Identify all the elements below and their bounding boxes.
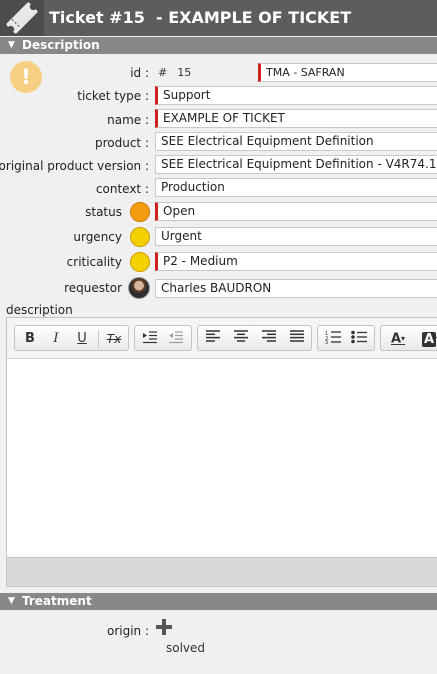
- justify-icon[interactable]: [286, 330, 308, 348]
- align-right-icon[interactable]: [258, 330, 280, 348]
- plus-icon[interactable]: [155, 618, 173, 636]
- id-label: id :: [130, 66, 149, 80]
- collapse-triangle-icon[interactable]: ▼: [8, 596, 15, 606]
- svg-text:3: 3: [325, 340, 328, 344]
- warning-icon: !: [10, 61, 42, 93]
- indent-icon[interactable]: [139, 330, 161, 348]
- status-field[interactable]: Open: [155, 202, 437, 221]
- avatar: [128, 277, 150, 299]
- context-field[interactable]: Production: [155, 178, 437, 197]
- bold-icon[interactable]: B: [19, 330, 41, 348]
- window-title: Ticket #15 - EXAMPLE OF TICKET: [49, 8, 352, 27]
- italic-icon[interactable]: I: [45, 330, 67, 348]
- requestor-label: requestor: [64, 281, 122, 295]
- section-title: Treatment: [22, 594, 92, 608]
- organization-field[interactable]: TMA - SAFRAN: [258, 63, 437, 82]
- text-color-icon[interactable]: A▾: [385, 330, 411, 348]
- criticality-indicator: [130, 252, 150, 272]
- urgency-label: urgency: [73, 230, 122, 244]
- bulleted-list-icon[interactable]: [348, 330, 370, 348]
- context-label: context :: [95, 182, 149, 196]
- align-center-icon[interactable]: [230, 330, 252, 348]
- collapse-triangle-icon[interactable]: ▼: [8, 40, 15, 50]
- section-header-treatment[interactable]: ▼ Treatment: [0, 593, 437, 610]
- outdent-icon[interactable]: [165, 330, 187, 348]
- underline-icon[interactable]: U: [71, 330, 93, 348]
- description-editor[interactable]: B I U Tx 1 2 3 A▾ A: [6, 317, 437, 587]
- origin-value: solved: [166, 641, 206, 655]
- id-value: #15: [158, 66, 192, 79]
- name-input[interactable]: EXAMPLE OF TICKET: [155, 109, 437, 128]
- criticality-field[interactable]: P2 - Medium: [155, 252, 437, 271]
- section-title: Description: [22, 38, 100, 52]
- name-label: name :: [107, 113, 149, 127]
- status-indicator: [130, 202, 150, 222]
- editor-toolbar: B I U Tx 1 2 3 A▾ A: [7, 318, 437, 359]
- requestor-field[interactable]: Charles BAUDRON: [155, 279, 437, 298]
- original-product-version-field[interactable]: SEE Electrical Equipment Definition - V4…: [155, 155, 437, 174]
- description-label: description: [6, 303, 73, 317]
- urgency-field[interactable]: Urgent: [155, 227, 437, 246]
- product-label: product :: [94, 136, 149, 150]
- product-field[interactable]: SEE Electrical Equipment Definition: [155, 132, 437, 151]
- criticality-label: criticality: [66, 255, 122, 269]
- background-color-icon[interactable]: A▾: [417, 330, 437, 348]
- ticket-type-label: ticket type :: [77, 89, 149, 103]
- align-group: [197, 325, 312, 351]
- urgency-indicator: [130, 227, 150, 247]
- ticket-icon: [0, 0, 44, 36]
- format-group: B I U Tx: [14, 325, 129, 351]
- original-product-version-label: original product version :: [0, 159, 149, 173]
- title-bar: Ticket #15 - EXAMPLE OF TICKET: [0, 0, 437, 36]
- clear-format-icon[interactable]: Tx: [103, 330, 125, 348]
- list-group: 123: [317, 325, 375, 351]
- editor-resize-bar[interactable]: [7, 557, 437, 586]
- color-group: A▾ A▾: [380, 325, 437, 351]
- ticket-type-field[interactable]: Support: [155, 86, 437, 105]
- numbered-list-icon[interactable]: 123: [322, 330, 344, 348]
- align-left-icon[interactable]: [202, 330, 224, 348]
- status-label: status: [85, 205, 122, 219]
- section-header-description[interactable]: ▼ Description: [0, 37, 437, 54]
- origin-label: origin :: [107, 624, 150, 638]
- indent-group: [134, 325, 192, 351]
- description-textarea[interactable]: [7, 359, 437, 559]
